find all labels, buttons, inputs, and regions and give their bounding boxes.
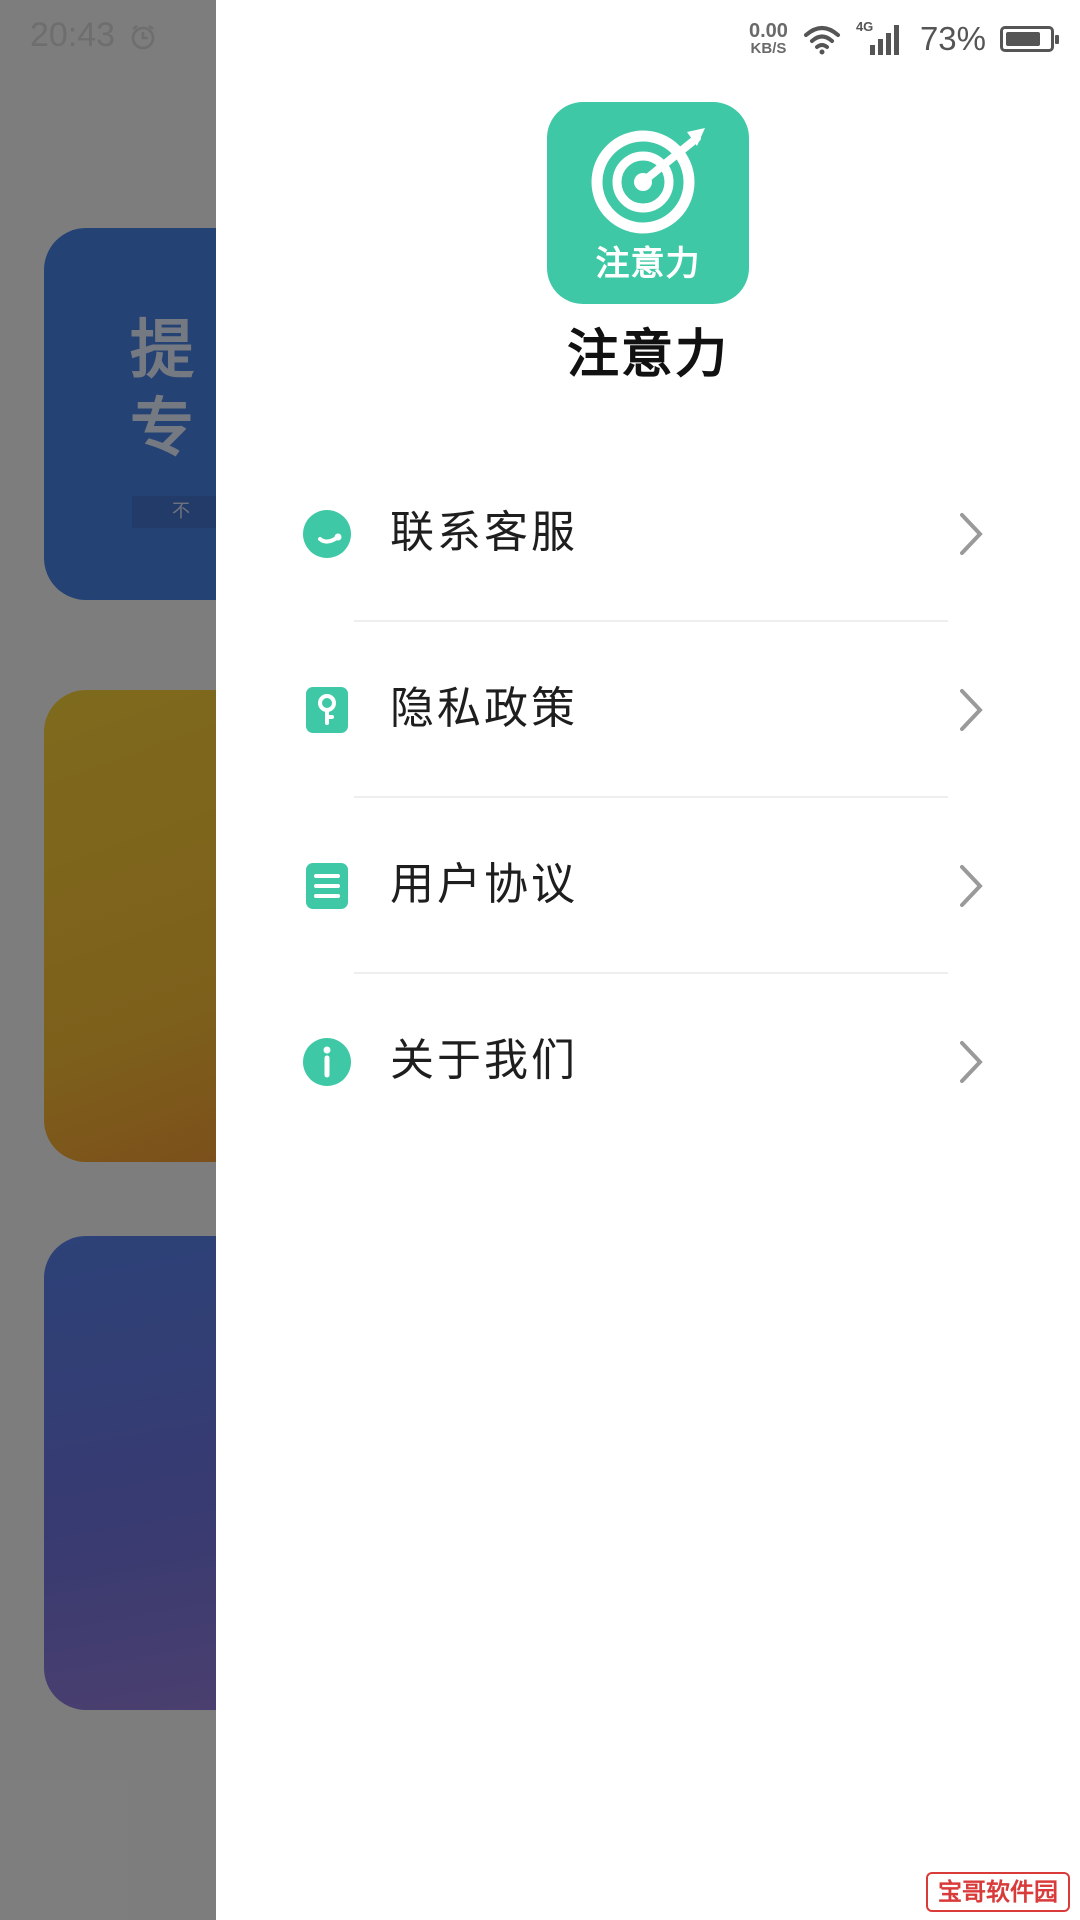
network-speed-unit: KB/S xyxy=(750,40,787,57)
menu-label: 关于我们 xyxy=(390,1035,578,1086)
alarm-icon xyxy=(131,24,155,50)
customer-service-icon xyxy=(303,510,351,558)
status-time: 20:43 xyxy=(30,16,116,54)
wifi-icon xyxy=(803,26,840,55)
menu-label: 联系客服 xyxy=(390,507,578,558)
chevron-right-icon xyxy=(960,689,983,731)
menu-item-contact-service[interactable]: 联系客服 xyxy=(216,445,1080,622)
info-icon xyxy=(303,1038,351,1086)
status-bar-right: 0.00 KB/S 4G 73% xyxy=(749,14,1059,64)
logo-text: 注意力 xyxy=(595,244,701,284)
menu-label: 用户协议 xyxy=(390,859,578,910)
document-icon xyxy=(306,863,348,909)
battery-icon xyxy=(1000,26,1059,52)
menu-item-privacy-policy[interactable]: 隐私政策 xyxy=(216,621,1080,798)
chevron-right-icon xyxy=(960,513,983,555)
menu-label: 隐私政策 xyxy=(390,683,578,734)
chevron-right-icon xyxy=(960,1041,983,1083)
battery-percent: 73% xyxy=(919,20,986,57)
app-logo: 注意力 xyxy=(547,102,749,304)
drawer-menu: 联系客服 隐私政策 用户协议 关于我们 xyxy=(216,445,1080,1149)
network-speed: 0.00 KB/S xyxy=(749,21,788,57)
navigation-drawer: 0.00 KB/S 4G 73% 注意力 注意力 联系客服 隐私政策 用户协议 … xyxy=(216,0,1080,1920)
menu-item-user-agreement[interactable]: 用户协议 xyxy=(216,797,1080,974)
network-type-label: 4G xyxy=(855,19,874,34)
cellular-signal: 4G xyxy=(856,19,906,59)
chevron-right-icon xyxy=(960,865,983,907)
watermark: 宝哥软件园 xyxy=(926,1872,1070,1912)
menu-item-about-us[interactable]: 关于我们 xyxy=(216,973,1080,1149)
app-name: 注意力 xyxy=(566,325,729,385)
network-speed-value: 0.00 xyxy=(749,20,788,42)
privacy-key-icon xyxy=(306,687,348,733)
